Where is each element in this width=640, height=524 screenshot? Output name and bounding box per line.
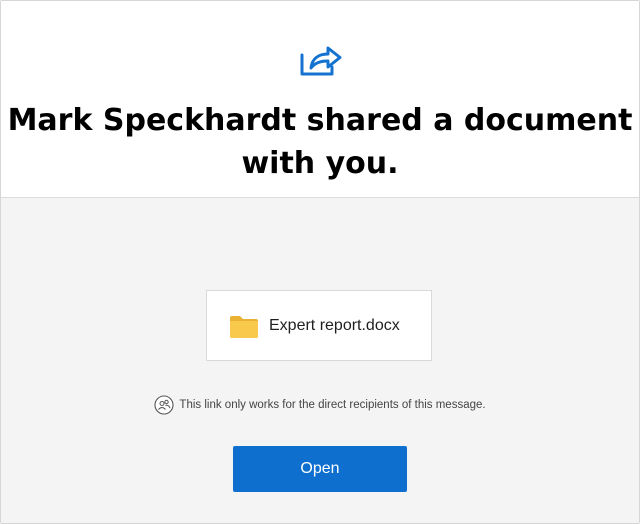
file-attachment[interactable]: Expert report.docx (206, 290, 432, 361)
share-icon (300, 46, 342, 76)
main-content: Expert report.docx This link only works … (1, 198, 639, 523)
notice-text: This link only works for the direct reci… (179, 399, 486, 411)
share-notification-card: Mark Speckhardt shared a document with y… (0, 0, 640, 524)
people-icon (154, 395, 174, 415)
recipient-notice: This link only works for the direct reci… (1, 395, 639, 417)
file-name[interactable]: Expert report.docx (269, 317, 400, 335)
page-title: Mark Speckhardt shared a document with y… (7, 103, 633, 181)
header: Mark Speckhardt shared a document with y… (1, 1, 639, 198)
open-button[interactable]: Open (233, 446, 407, 492)
folder-icon (230, 316, 258, 338)
